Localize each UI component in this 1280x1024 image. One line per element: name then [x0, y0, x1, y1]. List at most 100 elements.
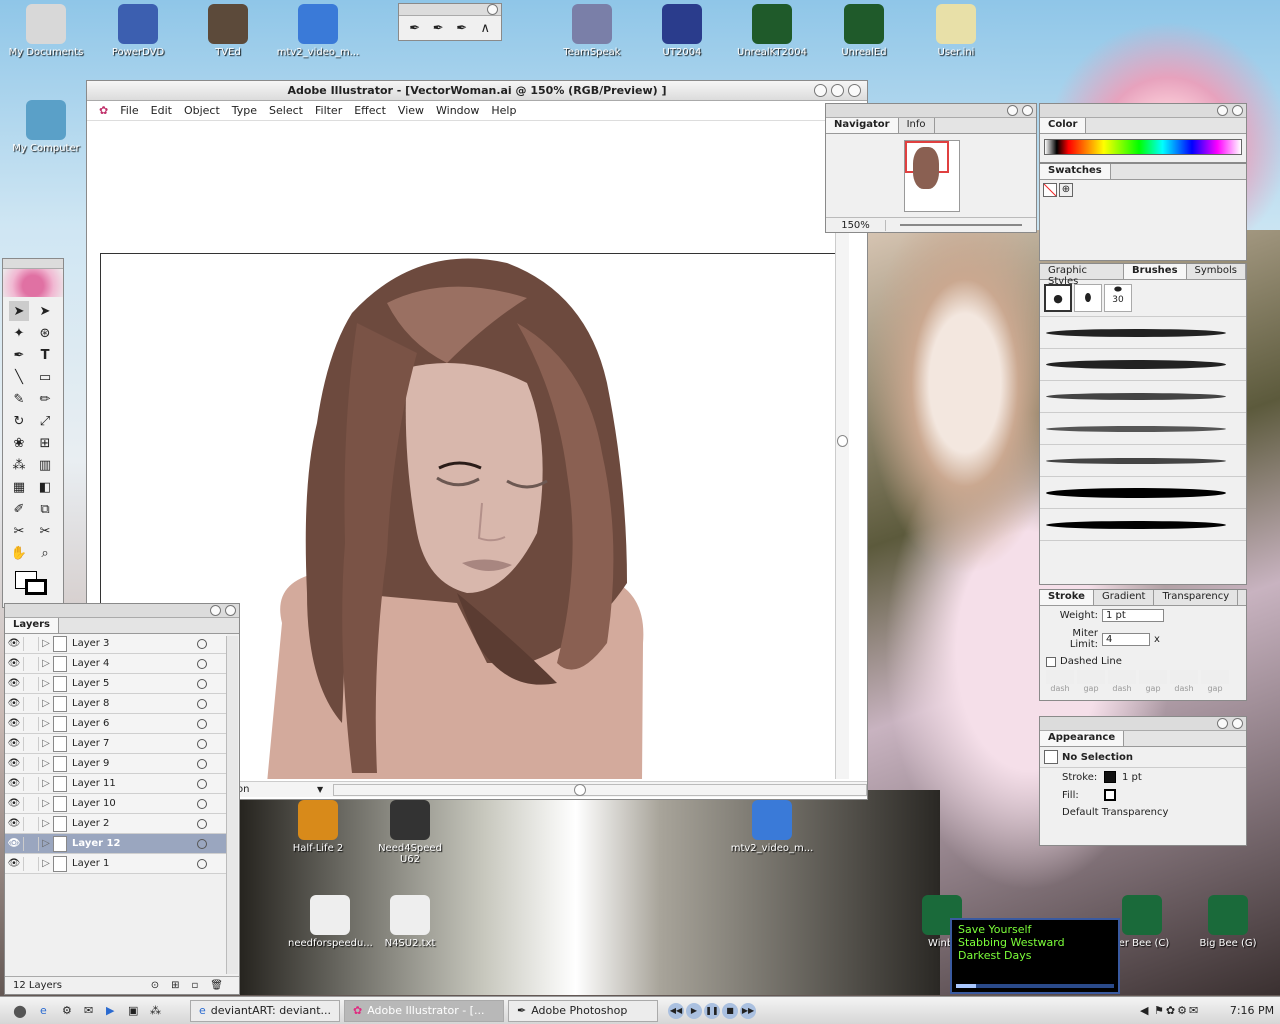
- minimize-icon[interactable]: [210, 605, 221, 616]
- close-icon[interactable]: [225, 605, 236, 616]
- desktop-icon-tved[interactable]: TVEd: [186, 4, 270, 58]
- eye-icon[interactable]: 👁: [5, 758, 23, 769]
- desktop-icon-teamspeak[interactable]: TeamSpeak: [550, 4, 634, 58]
- lock-toggle[interactable]: [23, 636, 39, 651]
- zoom-status[interactable]: on: [237, 784, 317, 795]
- tab-appearance[interactable]: Appearance: [1040, 731, 1125, 746]
- stop-icon[interactable]: ■: [722, 1002, 738, 1019]
- desktop-icon[interactable]: ▣: [128, 1004, 150, 1017]
- expand-triangle-icon[interactable]: ▷: [39, 698, 53, 709]
- eye-icon[interactable]: 👁: [5, 818, 23, 829]
- tab-info[interactable]: Info: [899, 118, 935, 133]
- prev-icon[interactable]: ◀◀: [668, 1002, 684, 1019]
- target-icon[interactable]: [197, 718, 207, 729]
- layer-name[interactable]: Layer 9: [72, 758, 197, 769]
- layer-row[interactable]: 👁 ▷ Layer 11: [5, 774, 227, 794]
- selection-tool-icon[interactable]: ➤: [9, 301, 29, 321]
- pen-tool-icon[interactable]: ✒: [9, 345, 29, 365]
- expand-triangle-icon[interactable]: ▷: [39, 838, 53, 849]
- miter-field[interactable]: 4: [1102, 632, 1150, 646]
- target-icon[interactable]: [197, 818, 207, 829]
- tray-arrow-icon[interactable]: ◀: [1140, 1004, 1154, 1017]
- desktop-icon-ut2004[interactable]: UT2004: [640, 4, 724, 58]
- tab-brushes[interactable]: Brushes: [1124, 264, 1187, 279]
- dashed-checkbox[interactable]: [1046, 656, 1056, 667]
- minimize-icon[interactable]: [814, 84, 827, 97]
- expand-triangle-icon[interactable]: ▷: [39, 638, 53, 649]
- pause-icon[interactable]: ❚❚: [704, 1002, 720, 1019]
- desktop-icon-nfs[interactable]: Need4Speed U62: [368, 800, 452, 865]
- size-brush-icon[interactable]: ⬬ 30: [1104, 284, 1132, 312]
- tab-symbols[interactable]: Symbols: [1187, 264, 1246, 279]
- eye-icon[interactable]: 👁: [5, 778, 23, 789]
- layer-name[interactable]: Layer 3: [72, 638, 197, 649]
- horizontal-scrollbar[interactable]: [333, 783, 867, 796]
- taskbar-deviantart[interactable]: e deviantART: deviant...: [190, 999, 340, 1022]
- layer-name[interactable]: Layer 2: [72, 818, 197, 829]
- lock-toggle[interactable]: [23, 776, 39, 791]
- convert-anchor-icon[interactable]: ∧: [476, 18, 496, 38]
- menu-file[interactable]: File: [114, 104, 144, 117]
- target-icon[interactable]: [197, 638, 207, 649]
- rotate-tool-icon[interactable]: ↻: [9, 411, 29, 431]
- expand-triangle-icon[interactable]: ▷: [39, 658, 53, 669]
- expand-triangle-icon[interactable]: ▷: [39, 738, 53, 749]
- minimize-icon[interactable]: [1217, 718, 1228, 729]
- desktop-icon-needforspeed[interactable]: needforspeedu...: [288, 895, 373, 949]
- desktop-icon-mtv2video[interactable]: mtv2_video_m...: [276, 4, 360, 58]
- target-icon[interactable]: [197, 798, 207, 809]
- desktop-icon-unrealkt2004[interactable]: UnrealKT2004: [730, 4, 814, 58]
- brush-row[interactable]: [1040, 413, 1246, 445]
- brush-row[interactable]: [1040, 381, 1246, 413]
- lock-toggle[interactable]: [23, 796, 39, 811]
- pencil-tool-icon[interactable]: ✏: [35, 389, 55, 409]
- target-icon[interactable]: [197, 858, 207, 869]
- close-icon[interactable]: [1232, 718, 1243, 729]
- menu-view[interactable]: View: [392, 104, 430, 117]
- dash-field[interactable]: dash: [1108, 670, 1136, 693]
- round-brush-icon[interactable]: ●: [1044, 284, 1072, 312]
- blend-tool-icon[interactable]: ⧉: [35, 499, 55, 519]
- tab-navigator[interactable]: Navigator: [826, 118, 899, 133]
- layer-row[interactable]: 👁 ▷ Layer 10: [5, 794, 227, 814]
- layer-row[interactable]: 👁 ▷ Layer 1: [5, 854, 227, 874]
- desktop-icon-mydocs[interactable]: My Documents: [4, 4, 88, 58]
- lock-toggle[interactable]: [23, 856, 39, 871]
- dash-field[interactable]: dash: [1046, 670, 1074, 693]
- scroll-thumb[interactable]: [837, 435, 848, 447]
- add-anchor-icon[interactable]: ✒: [429, 18, 449, 38]
- tab-swatches[interactable]: Swatches: [1040, 164, 1111, 179]
- eye-icon[interactable]: 👁: [5, 798, 23, 809]
- apple-start-icon[interactable]: ●: [0, 1001, 40, 1020]
- magic-wand-tool-icon[interactable]: ✦: [9, 323, 29, 343]
- lock-toggle[interactable]: [23, 836, 39, 851]
- mail-icon[interactable]: ✉: [84, 1004, 106, 1017]
- stroke-swatch[interactable]: [1104, 771, 1116, 783]
- eye-icon[interactable]: 👁: [5, 698, 23, 709]
- gap-field[interactable]: gap: [1139, 670, 1167, 693]
- desktop-icon-userini[interactable]: User.ini: [914, 4, 998, 58]
- line-tool-icon[interactable]: ╲: [9, 367, 29, 387]
- desktop-icon-unrealed[interactable]: UnrealEd: [822, 4, 906, 58]
- pen-icon[interactable]: ✒: [405, 18, 425, 38]
- layer-name[interactable]: Layer 10: [72, 798, 197, 809]
- fill-swatch[interactable]: [1104, 789, 1116, 801]
- layer-row[interactable]: 👁 ▷ Layer 12: [5, 834, 227, 854]
- tab-layers[interactable]: Layers: [5, 618, 59, 633]
- layer-name[interactable]: Layer 8: [72, 698, 197, 709]
- layer-name[interactable]: Layer 11: [72, 778, 197, 789]
- layer-name[interactable]: Layer 6: [72, 718, 197, 729]
- layer-name[interactable]: Layer 12: [72, 838, 197, 849]
- chevron-down-icon[interactable]: ▼: [317, 785, 323, 794]
- eye-icon[interactable]: 👁: [5, 838, 23, 849]
- zoom-slider[interactable]: [900, 224, 1022, 226]
- brush-row[interactable]: [1040, 317, 1246, 349]
- trash-icon[interactable]: 🗑: [210, 980, 223, 991]
- menu-object[interactable]: Object: [178, 104, 226, 117]
- eye-icon[interactable]: 👁: [5, 738, 23, 749]
- expand-triangle-icon[interactable]: ▷: [39, 818, 53, 829]
- layer-row[interactable]: 👁 ▷ Layer 2: [5, 814, 227, 834]
- lock-toggle[interactable]: [23, 696, 39, 711]
- lock-toggle[interactable]: [23, 756, 39, 771]
- layer-row[interactable]: 👁 ▷ Layer 4: [5, 654, 227, 674]
